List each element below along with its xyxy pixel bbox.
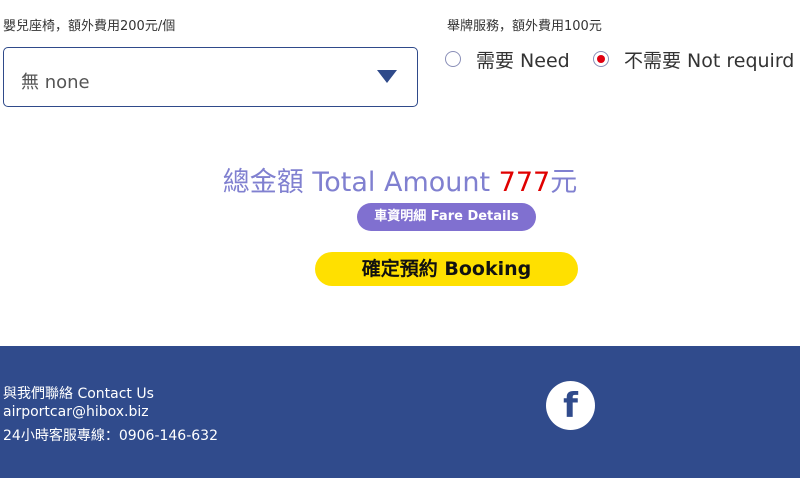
radio-option-need[interactable]: 需要 Need	[445, 47, 570, 72]
chevron-down-icon	[377, 70, 397, 83]
fare-details-button[interactable]: 車資明細 Fare Details	[357, 203, 536, 231]
total-amount-unit: 元	[550, 167, 578, 198]
footer: 與我們聯絡 Contact Us airportcar@hibox.biz 24…	[0, 346, 800, 478]
contact-phone: 24小時客服專線：0906-146-632	[3, 428, 218, 444]
booking-button[interactable]: 確定預約 Booking	[315, 252, 578, 286]
radio-need[interactable]	[445, 51, 461, 67]
radio-option-not-required[interactable]: 不需要 Not requird	[593, 47, 795, 72]
facebook-icon[interactable]: f	[546, 381, 595, 430]
child-seat-select[interactable]: 無 none	[3, 47, 418, 107]
sign-service-label: 舉牌服務，額外費用100元	[447, 19, 602, 34]
radio-need-label: 需要 Need	[476, 49, 570, 72]
contact-heading: 與我們聯絡 Contact Us	[3, 386, 154, 402]
radio-not-required[interactable]	[593, 51, 609, 67]
child-seat-selected-value: 無 none	[21, 72, 90, 93]
child-seat-label: 嬰兒座椅，額外費用200元/個	[3, 19, 176, 34]
contact-email[interactable]: airportcar@hibox.biz	[3, 404, 149, 420]
total-amount: 總金額 Total Amount 777元	[0, 160, 800, 199]
total-amount-value: 777	[498, 167, 551, 198]
radio-not-required-label: 不需要 Not requird	[624, 49, 795, 72]
total-amount-prefix: 總金額 Total Amount	[222, 167, 499, 198]
